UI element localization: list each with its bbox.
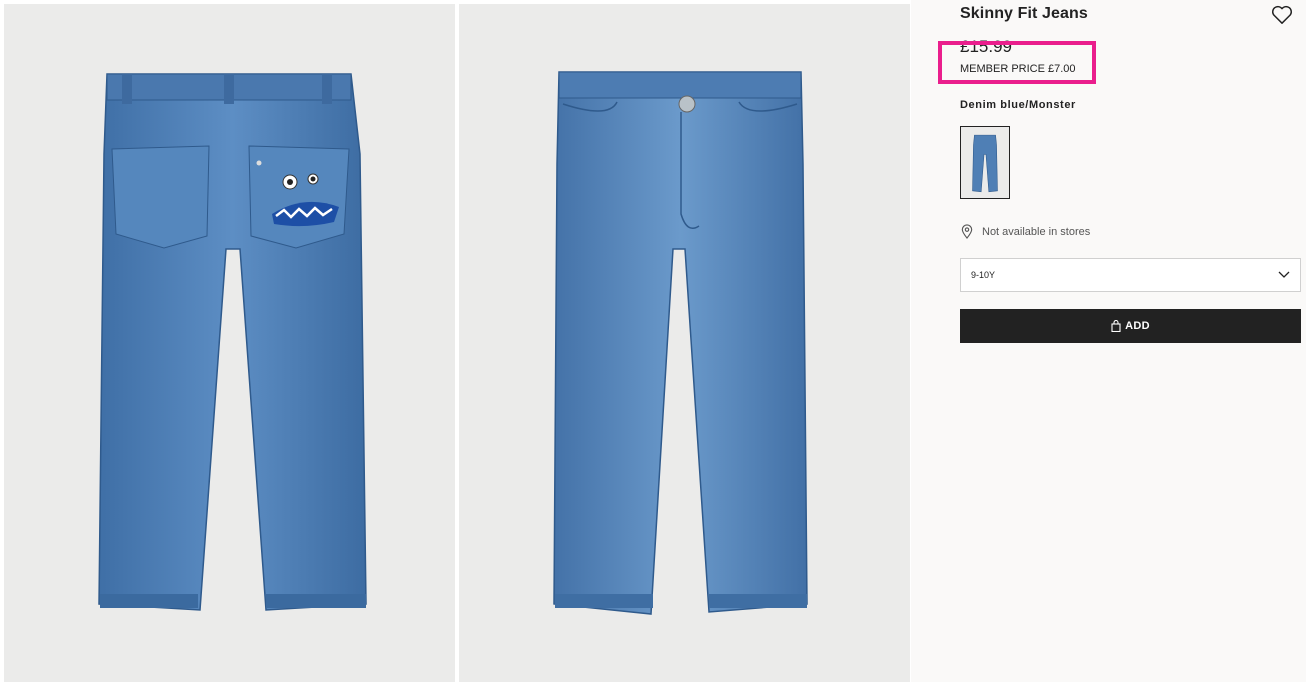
selected-size: 9-10Y [971, 270, 996, 280]
product-image-front[interactable] [459, 4, 910, 682]
color-name: Denim blue/Monster [960, 99, 1076, 111]
product-info-panel: Skinny Fit Jeans £15.99 MEMBER PRICE £7.… [960, 0, 1302, 682]
location-pin-icon [961, 224, 973, 239]
heart-icon[interactable] [1271, 5, 1293, 25]
product-image-back[interactable] [4, 4, 455, 682]
product-price: £15.99 [960, 37, 1012, 53]
jeans-front-illustration [553, 71, 808, 615]
chevron-down-icon [1278, 271, 1290, 278]
size-dropdown[interactable]: 9-10Y [960, 258, 1301, 292]
product-gallery [0, 0, 911, 682]
add-button-label: ADD [1125, 320, 1150, 332]
availability-text: Not available in stores [982, 225, 1091, 238]
product-title: Skinny Fit Jeans [960, 5, 1088, 22]
add-to-bag-button[interactable]: ADD [960, 309, 1301, 343]
jeans-back-illustration [98, 73, 367, 611]
shopping-bag-icon [1111, 320, 1121, 332]
color-swatch-denim-blue-monster[interactable] [960, 126, 1010, 199]
member-price: MEMBER PRICE £7.00 [960, 63, 1076, 75]
store-availability: Not available in stores [960, 224, 1090, 239]
